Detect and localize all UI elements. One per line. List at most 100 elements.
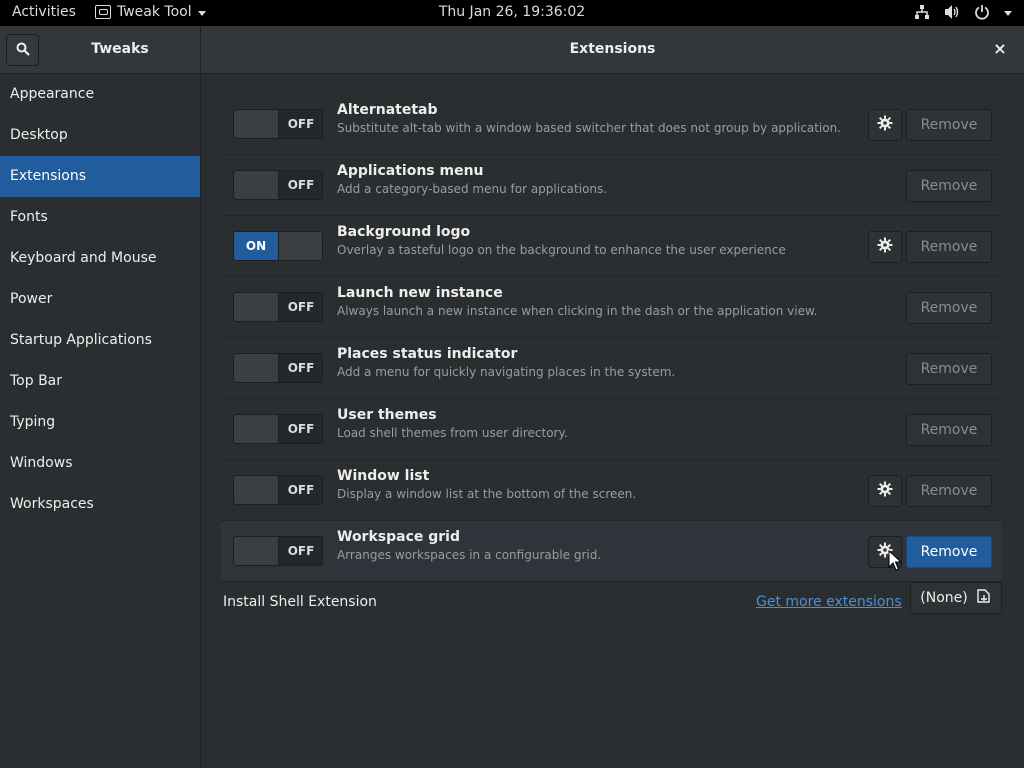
launch-new-instance-remove-button[interactable]: Remove: [906, 292, 992, 324]
extension-info: Applications menu Add a category-based me…: [337, 163, 857, 196]
user-themes-remove-button[interactable]: Remove: [906, 414, 992, 446]
extension-info: Window list Display a window list at the …: [337, 468, 857, 501]
page-title: Extensions: [569, 41, 656, 57]
status-menu[interactable]: [914, 4, 1012, 20]
extension-file-chooser[interactable]: (None): [910, 582, 1002, 614]
gear-icon: [877, 481, 893, 501]
extension-description: Arranges workspaces in a configurable gr…: [337, 548, 602, 562]
extension-info: Alternatetab Substitute alt-tab with a wi…: [337, 102, 857, 135]
window-list-remove-button[interactable]: Remove: [906, 475, 992, 507]
toggle-state: OFF: [287, 361, 315, 375]
sidebar-item-keyboard-and-mouse[interactable]: Keyboard and Mouse: [0, 238, 200, 279]
sidebar-item-workspaces[interactable]: Workspaces: [0, 484, 200, 525]
extension-row-alternatetab: OFF Alternatetab Substitute alt-tab with a…: [221, 94, 1002, 155]
header-bar: Tweaks Extensions ×: [0, 26, 1024, 74]
extension-row-launch-new-instance: OFF Launch new instance Always launch a ne…: [221, 277, 1002, 338]
top-bar: Activities Tweak Tool Thu Jan 26, 19:36:…: [0, 0, 1024, 26]
sidebar-item-typing[interactable]: Typing: [0, 402, 200, 443]
extension-info: Launch new instance Always launch a new i…: [337, 285, 857, 318]
alternatetab-remove-button[interactable]: Remove: [906, 109, 992, 141]
gear-icon: [877, 237, 893, 257]
extension-row-workspace-grid: OFF Workspace grid Arranges workspaces in …: [221, 521, 1002, 582]
extension-description: Substitute alt-tab with a window based s…: [337, 121, 842, 135]
toggle-knob: [234, 354, 279, 382]
background-logo-settings-button[interactable]: [868, 231, 902, 263]
toggle-state: OFF: [287, 178, 315, 192]
window-list-settings-button[interactable]: [868, 475, 902, 507]
extension-list: OFF Alternatetab Substitute alt-tab with a…: [221, 94, 1002, 582]
sidebar-item-power[interactable]: Power: [0, 279, 200, 320]
tweak-tool-icon: [95, 5, 111, 19]
chevron-down-icon: [197, 10, 206, 16]
chevron-down-icon: [1004, 10, 1012, 16]
sidebar-item-startup-applications[interactable]: Startup Applications: [0, 320, 200, 361]
activities-button[interactable]: Activities: [12, 4, 76, 20]
places-status-indicator-remove-button[interactable]: Remove: [906, 353, 992, 385]
extension-row-user-themes: OFF User themes Load shell themes from use…: [221, 399, 1002, 460]
extension-name: Window list: [337, 468, 430, 484]
sidebar-item-appearance[interactable]: Appearance: [0, 74, 200, 115]
extension-name: Launch new instance: [337, 285, 503, 301]
toggle-state: OFF: [287, 300, 315, 314]
extension-name: Alternatetab: [337, 102, 438, 118]
extension-row-window-list: OFF Window list Display a window list at t…: [221, 460, 1002, 521]
background-logo-remove-button[interactable]: Remove: [906, 231, 992, 263]
app-menu[interactable]: Tweak Tool: [95, 4, 206, 20]
toggle-state: OFF: [287, 117, 315, 131]
extension-row-applications-menu: OFF Applications menu Add a category-based…: [221, 155, 1002, 216]
extension-name: Places status indicator: [337, 346, 518, 362]
extension-info: Places status indicator Add a menu for qu…: [337, 346, 857, 379]
toggle-state: OFF: [287, 422, 315, 436]
extension-name: User themes: [337, 407, 437, 423]
toggle-state: OFF: [287, 544, 315, 558]
sidebar-item-windows[interactable]: Windows: [0, 443, 200, 484]
toggle-knob: [234, 110, 279, 138]
search-button[interactable]: [6, 34, 39, 66]
sidebar-header: Tweaks: [0, 26, 201, 73]
sidebar-item-desktop[interactable]: Desktop: [0, 115, 200, 156]
workspace-grid-remove-button[interactable]: Remove: [906, 536, 992, 568]
extension-description: Overlay a tasteful logo on the backgroun…: [337, 243, 786, 257]
extension-description: Add a menu for quickly navigating places…: [337, 365, 676, 379]
extension-row-background-logo: ON Background logo Overlay a tasteful logo…: [221, 216, 1002, 277]
file-chooser-label: (None): [920, 590, 968, 606]
install-shell-extension-row: Install Shell Extension Get more extensi…: [201, 582, 1002, 622]
extension-info: User themes Load shell themes from user d…: [337, 407, 857, 440]
workspace-grid-toggle[interactable]: OFF: [233, 536, 323, 566]
toggle-knob: [234, 171, 279, 199]
user-themes-toggle[interactable]: OFF: [233, 414, 323, 444]
extension-description: Display a window list at the bottom of t…: [337, 487, 637, 501]
network-icon: [914, 4, 930, 20]
applications-menu-remove-button[interactable]: Remove: [906, 170, 992, 202]
gear-icon: [877, 115, 893, 135]
extension-description: Add a category-based menu for applicatio…: [337, 182, 608, 196]
sidebar-item-extensions[interactable]: Extensions: [0, 156, 200, 197]
background-logo-toggle[interactable]: ON: [233, 231, 323, 261]
toggle-knob: [234, 293, 279, 321]
extension-name: Background logo: [337, 224, 471, 240]
sidebar: Appearance Desktop Extensions Fonts Keyb…: [0, 74, 201, 768]
document-open-icon: [976, 588, 992, 608]
extension-info: Workspace grid Arranges workspaces in a c…: [337, 529, 857, 562]
window-list-toggle[interactable]: OFF: [233, 475, 323, 505]
applications-menu-toggle[interactable]: OFF: [233, 170, 323, 200]
extension-description: Load shell themes from user directory.: [337, 426, 568, 440]
install-shell-extension-label: Install Shell Extension: [223, 594, 377, 610]
alternatetab-settings-button[interactable]: [868, 109, 902, 141]
close-icon[interactable]: ×: [990, 39, 1010, 59]
search-icon: [16, 41, 30, 60]
get-more-extensions-link[interactable]: Get more extensions: [756, 594, 902, 610]
launch-new-instance-toggle[interactable]: OFF: [233, 292, 323, 322]
clock[interactable]: Thu Jan 26, 19:36:02: [439, 4, 585, 20]
sidebar-title: Tweaks: [91, 41, 149, 57]
sidebar-item-fonts[interactable]: Fonts: [0, 197, 200, 238]
extension-name: Applications menu: [337, 163, 484, 179]
app-menu-label: Tweak Tool: [117, 4, 192, 20]
places-status-indicator-toggle[interactable]: OFF: [233, 353, 323, 383]
extension-description: Always launch a new instance when clicki…: [337, 304, 818, 318]
toggle-state: ON: [245, 239, 267, 253]
alternatetab-toggle[interactable]: OFF: [233, 109, 323, 139]
extensions-panel: OFF Alternatetab Substitute alt-tab with a…: [201, 74, 1024, 768]
sidebar-item-top-bar[interactable]: Top Bar: [0, 361, 200, 402]
extension-info: Background logo Overlay a tasteful logo o…: [337, 224, 857, 257]
